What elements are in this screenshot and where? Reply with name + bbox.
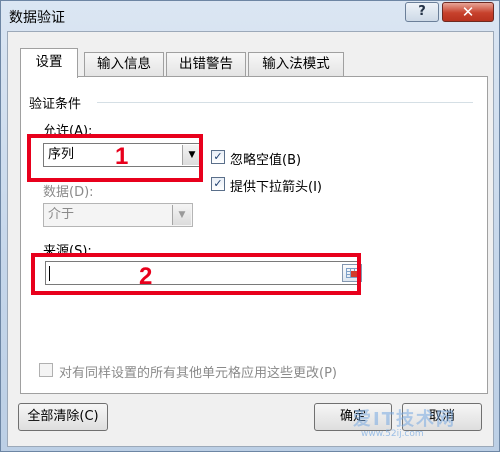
dialog-body: 设置 输入信息 出错警告 输入法模式 验证条件 允许(A): 序列 ▼ ✓ 忽略… <box>7 31 494 447</box>
checkmark-icon: ✓ <box>213 150 223 163</box>
data-label: 数据(D): <box>43 185 94 200</box>
ignore-blank-label[interactable]: 忽略空值(B) <box>230 149 301 168</box>
settings-panel: 验证条件 允许(A): 序列 ▼ ✓ 忽略空值(B) ✓ 提供下拉箭头(I) 数… <box>20 76 488 394</box>
chevron-down-icon: ▼ <box>172 205 191 225</box>
tab-error-alert[interactable]: 出错警告 <box>166 52 246 77</box>
in-cell-dropdown-checkbox[interactable]: ✓ <box>211 177 225 191</box>
data-validation-dialog: 数据验证 ? ✕ 设置 输入信息 出错警告 输入法模式 验证条件 允许(A): … <box>0 0 500 452</box>
title-bar[interactable]: 数据验证 ? ✕ <box>1 1 499 31</box>
dialog-title: 数据验证 <box>9 10 65 26</box>
data-value: 介于 <box>48 207 75 222</box>
group-divider <box>97 102 473 103</box>
validation-criteria-heading: 验证条件 <box>29 97 82 112</box>
tab-settings[interactable]: 设置 <box>20 48 78 78</box>
annotation-number-2: 2 <box>139 263 153 290</box>
close-button[interactable]: ✕ <box>442 2 494 22</box>
in-cell-dropdown-label[interactable]: 提供下拉箭头(I) <box>230 176 322 195</box>
data-combobox: 介于 ▼ <box>43 203 193 227</box>
help-button[interactable]: ? <box>405 2 439 22</box>
cancel-button[interactable]: 取消 <box>402 403 482 431</box>
apply-all-checkbox <box>39 363 53 377</box>
annotation-number-1: 1 <box>115 143 129 170</box>
apply-all-label: 对有同样设置的所有其他单元格应用这些更改(P) <box>59 366 337 381</box>
clear-all-button[interactable]: 全部清除(C) <box>18 403 108 431</box>
tab-input-message[interactable]: 输入信息 <box>84 52 164 77</box>
tab-ime-mode[interactable]: 输入法模式 <box>248 52 344 77</box>
checkmark-icon: ✓ <box>213 177 223 190</box>
annotation-box-2 <box>31 253 361 295</box>
ok-button[interactable]: 确定 <box>314 403 392 431</box>
ignore-blank-checkbox[interactable]: ✓ <box>211 150 225 164</box>
